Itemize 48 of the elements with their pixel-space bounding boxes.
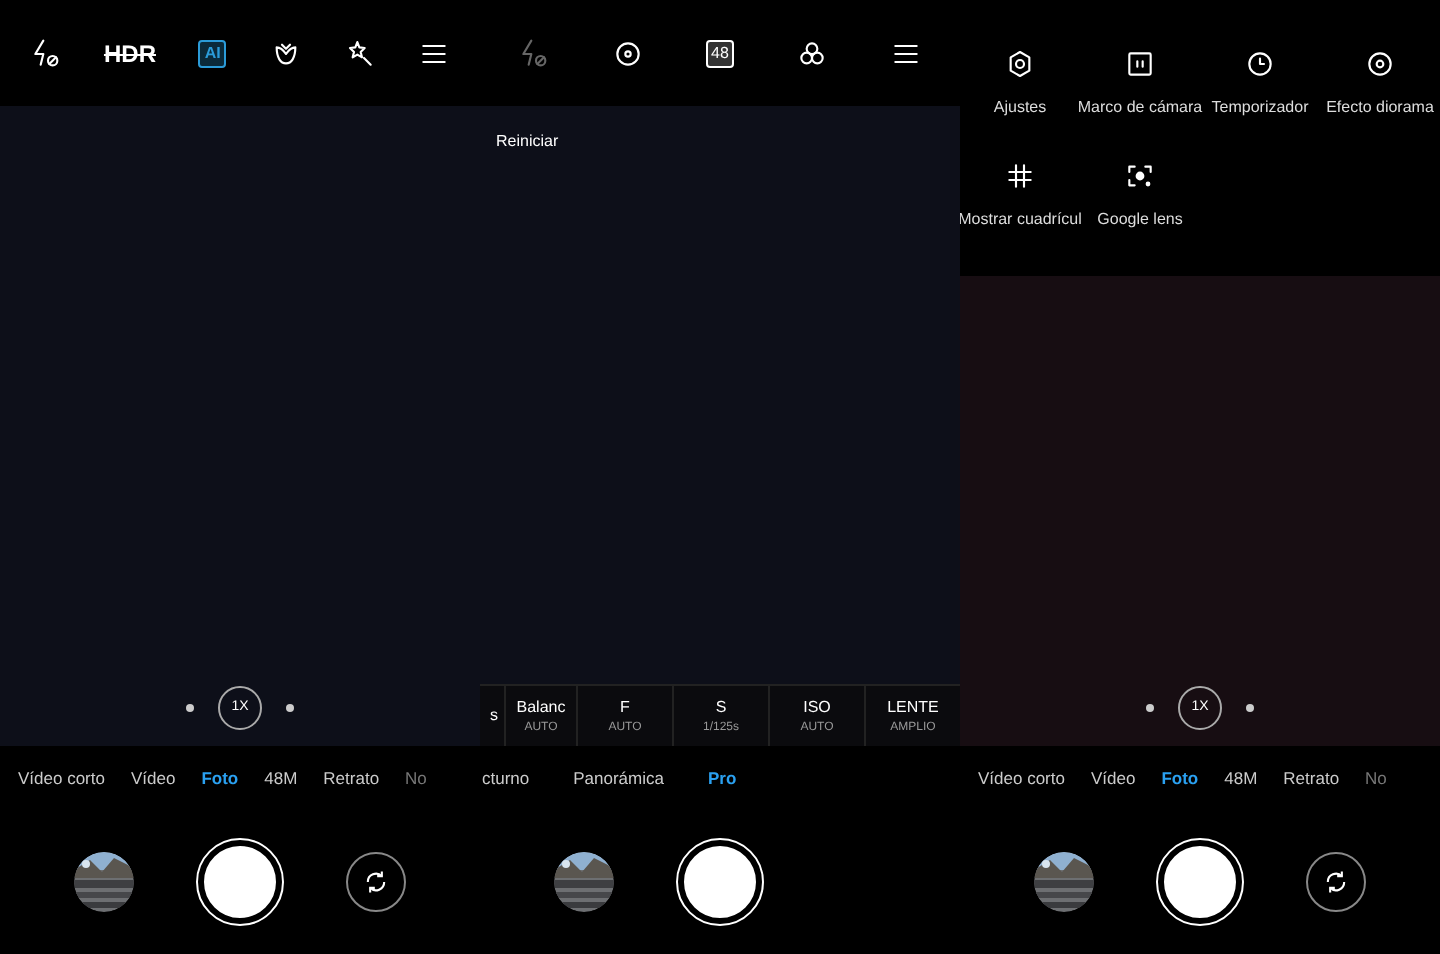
setting-label[interactable]: ISO [803,695,831,719]
rotate-icon [362,868,390,896]
setting-label[interactable]: LENTE [887,695,939,719]
menu-item-label[interactable]: Ajustes [993,96,1047,120]
mode-tab[interactable]: Vídeo [130,765,176,791]
filters-icon[interactable] [796,37,829,69]
frame-icon [1124,48,1156,80]
mode-tab[interactable]: Panorámica [573,765,664,791]
shutter-button[interactable] [1158,840,1242,924]
mode-tab[interactable]: 48M [1224,765,1258,791]
switch-camera-button[interactable] [1306,852,1366,912]
shutter-button[interactable] [198,840,282,924]
mode-tab[interactable]: Pro [707,765,737,791]
setting-label[interactable]: F [620,695,630,719]
setting-label[interactable]: s [490,704,498,728]
mode-tab[interactable]: cturno [482,765,530,791]
menu-item-label[interactable]: Marco de cámara [1077,96,1203,120]
grid-icon [1004,160,1036,192]
menu-item-label[interactable]: Temporizador [1211,96,1309,120]
mode-tab[interactable]: Foto [201,765,239,791]
mode-tab[interactable]: Vídeo [1090,765,1136,791]
mode-tab[interactable]: Retrato [323,765,380,791]
mode-tab[interactable]: Retrato [1283,765,1340,791]
setting-label[interactable]: Balanc [516,695,566,719]
wand-star-icon[interactable] [343,37,376,69]
switch-camera-button[interactable] [346,852,406,912]
settings-icon [1004,48,1036,80]
mode-tab[interactable]: Foto [1161,765,1199,791]
focus-ring-icon[interactable] [611,37,644,69]
menu-item-label[interactable]: Google lens [1097,208,1183,232]
flash-off-icon[interactable] [29,37,62,69]
mode-tab[interactable]: Vídeo corto [978,765,1065,791]
rotate-icon [1322,868,1350,896]
mode-tab[interactable]: Vídeo corto [18,765,105,791]
menu-item-label[interactable]: Mostrar cuadrícul [960,208,1082,232]
mode-tab[interactable]: No [1365,765,1387,791]
setting-label[interactable]: S [715,695,727,719]
menu-item-label[interactable]: Efecto diorama [1326,96,1434,120]
clock-icon [1244,48,1276,80]
lens-icon [1124,160,1156,192]
reset-label[interactable]: Reiniciar [496,130,559,154]
mode-tab[interactable]: No [405,765,427,791]
hdr-toggle[interactable]: HDR [103,35,156,71]
mode-tab[interactable]: 48M [264,765,298,791]
ai-toggle[interactable]: AI [198,39,227,67]
ring-icon [1364,48,1396,80]
shutter-button[interactable] [678,840,762,924]
megapixel-toggle[interactable]: 48 [705,39,735,67]
